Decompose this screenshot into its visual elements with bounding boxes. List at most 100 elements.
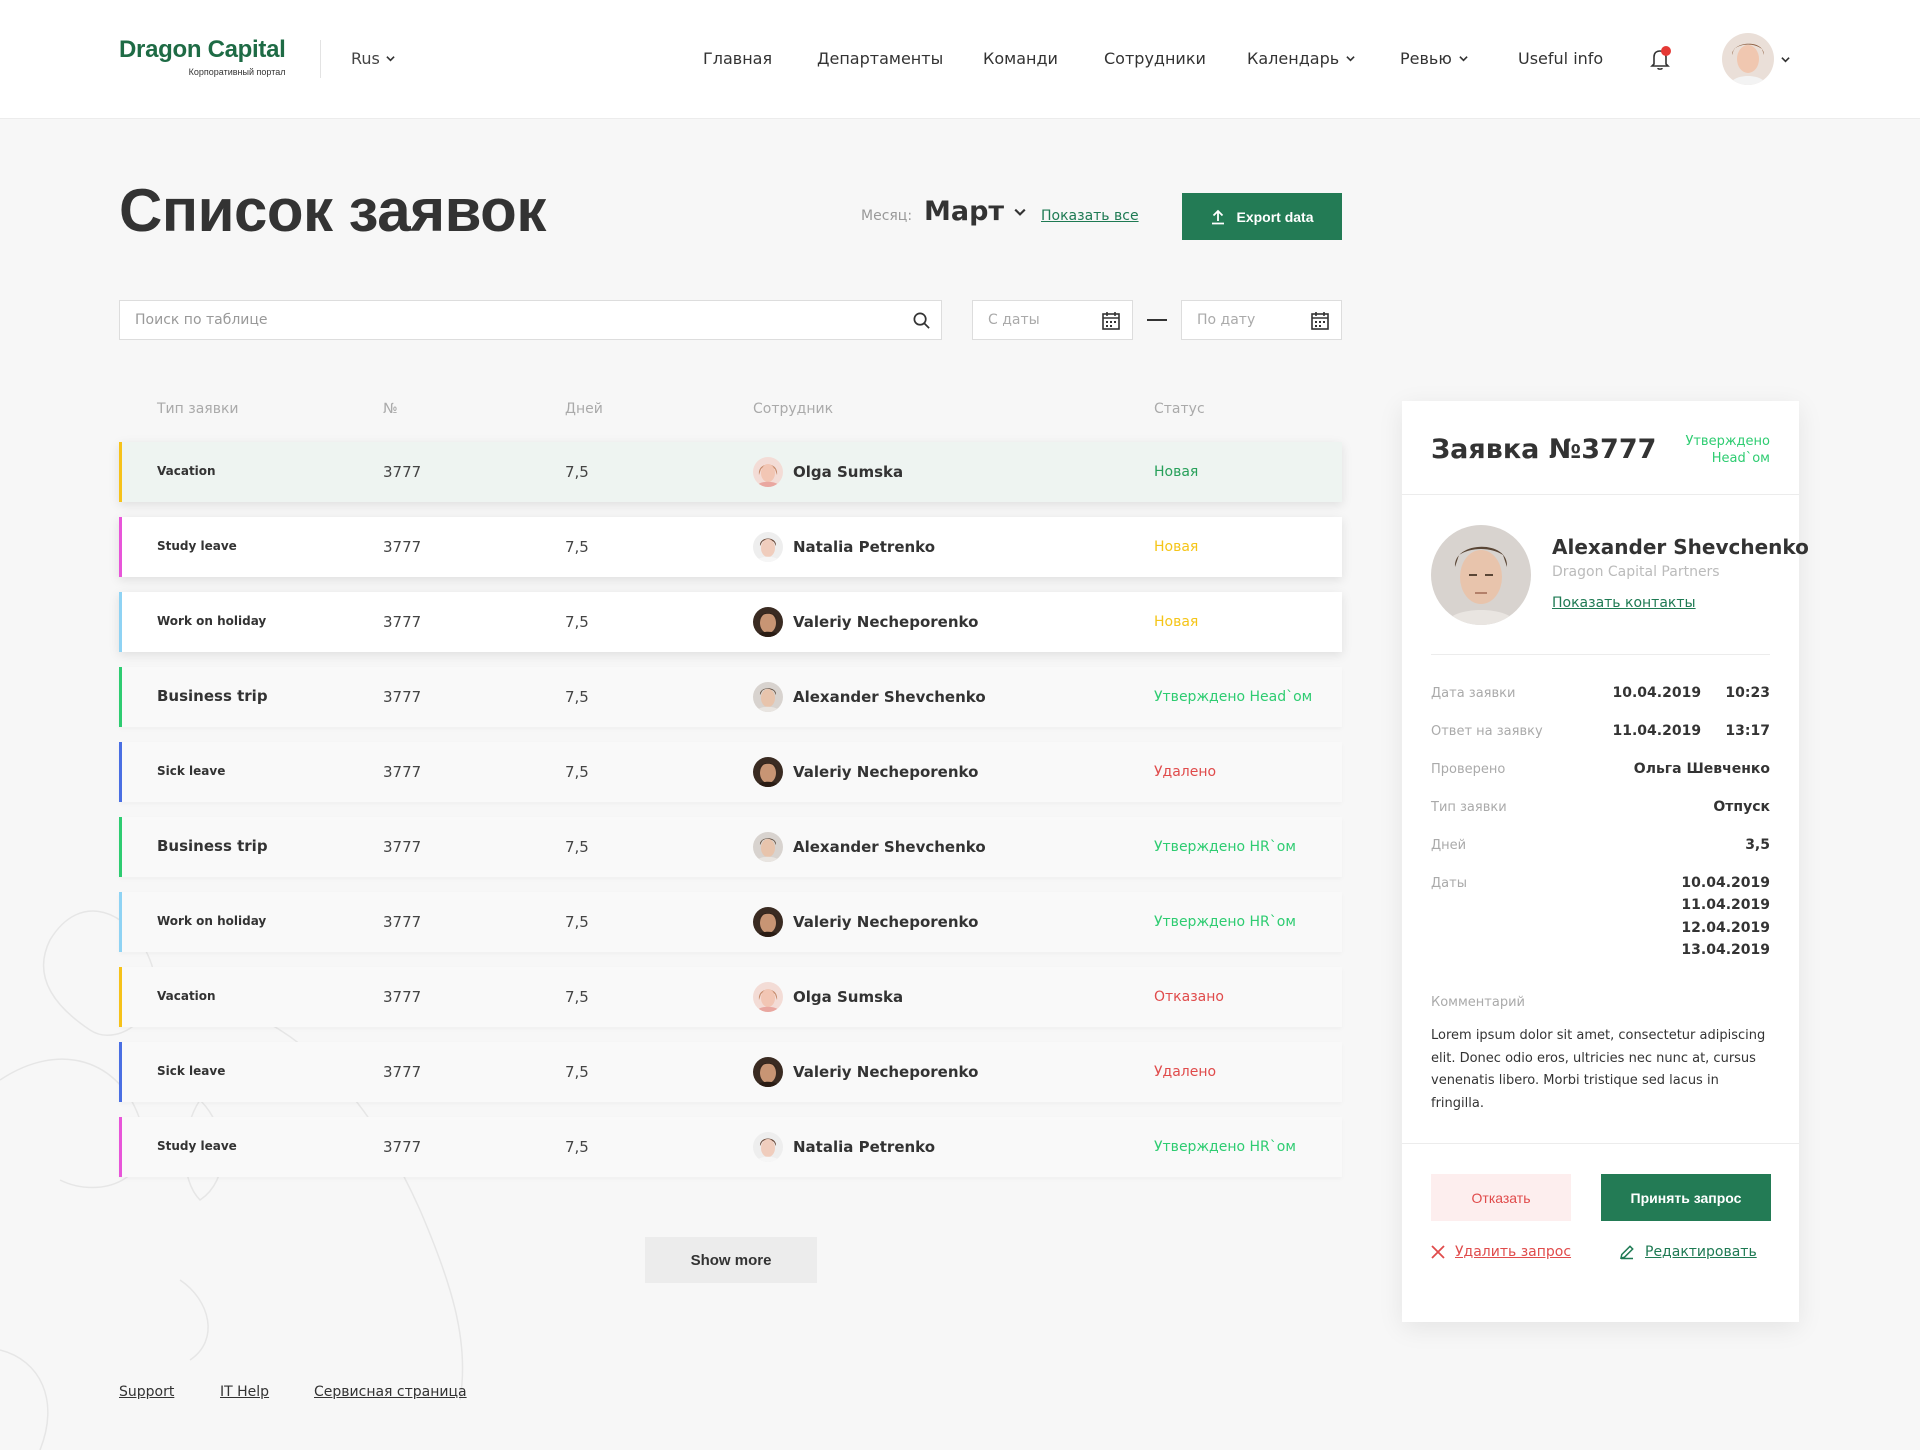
employee-avatar	[753, 757, 783, 787]
table-row[interactable]: Sick leave 3777 7,5 Valeriy Necheporenko Уда…	[119, 1042, 1342, 1102]
cell-status: Утверждено HR`ом	[1154, 914, 1296, 930]
cell-days: 7,5	[565, 838, 589, 856]
info-value-request-type: Отпуск	[1713, 799, 1770, 815]
table-row[interactable]: Vacation 3777 7,5 Olga Sumska Отказано	[119, 967, 1342, 1027]
edit-request-link[interactable]: Редактировать	[1619, 1244, 1757, 1260]
date-range-dash	[1147, 319, 1167, 321]
row-type-color-bar	[119, 1042, 122, 1102]
row-type-color-bar	[119, 442, 122, 502]
language-label: Rus	[351, 49, 380, 68]
request-details-panel: Заявка №3777 Утверждено Head`ом Alexande…	[1402, 401, 1809, 1322]
nav-item-review[interactable]: Ревью	[1400, 49, 1468, 68]
cell-number: 3777	[383, 463, 422, 481]
cell-status: Отказано	[1154, 989, 1224, 1005]
column-header-days[interactable]: Дней	[565, 401, 603, 417]
chevron-down-icon[interactable]	[1781, 55, 1790, 64]
nav-item-home[interactable]: Главная	[703, 49, 772, 68]
info-value-checked-by: Ольга Шевченко	[1633, 761, 1770, 777]
cell-request-type: Vacation	[157, 989, 216, 1003]
column-header-type[interactable]: Тип заявки	[157, 401, 239, 417]
divider	[1431, 654, 1770, 655]
table-row[interactable]: Work on holiday 3777 7,5 Valeriy Necheporen…	[119, 892, 1342, 952]
table-search	[119, 300, 942, 340]
show-contacts-link[interactable]: Показать контакты	[1552, 595, 1696, 611]
row-type-color-bar	[119, 592, 122, 652]
close-icon	[1431, 1245, 1445, 1259]
calendar-icon[interactable]	[1102, 311, 1120, 330]
notification-bell-icon[interactable]	[1648, 44, 1672, 72]
footer-link-it-help[interactable]: IT Help	[220, 1384, 269, 1400]
page-title: Список заявок	[119, 177, 546, 244]
search-icon[interactable]	[912, 311, 931, 330]
calendar-icon[interactable]	[1311, 311, 1329, 330]
cell-employee: Valeriy Necheporenko	[793, 1063, 979, 1081]
month-selector[interactable]: Март	[924, 196, 1026, 227]
user-avatar[interactable]	[1722, 33, 1774, 85]
footer-link-support[interactable]: Support	[119, 1384, 174, 1400]
cell-days: 7,5	[565, 763, 589, 781]
cell-employee: Natalia Petrenko	[793, 538, 936, 556]
comment-label: Комментарий	[1431, 995, 1525, 1010]
show-more-button[interactable]: Show more	[645, 1237, 817, 1283]
column-header-status[interactable]: Статус	[1154, 401, 1205, 417]
employee-avatar	[753, 532, 783, 562]
cell-request-type: Work on holiday	[157, 614, 267, 628]
info-value-date: 13.04.2019	[1681, 942, 1770, 958]
info-label-checked-by: Проверено	[1431, 762, 1506, 777]
cell-request-type: Vacation	[157, 464, 216, 478]
accept-request-button[interactable]: Принять запрос	[1601, 1174, 1771, 1221]
info-value-response-date: 11.04.2019 13:17	[1612, 723, 1771, 739]
row-type-color-bar	[119, 967, 122, 1027]
cell-status: Удалено	[1154, 1064, 1217, 1080]
cell-number: 3777	[383, 1063, 422, 1081]
nav-item-calendar[interactable]: Календарь	[1247, 49, 1355, 68]
row-type-color-bar	[119, 817, 122, 877]
chevron-down-icon	[386, 56, 395, 62]
reject-button[interactable]: Отказать	[1431, 1174, 1571, 1221]
cell-number: 3777	[383, 988, 422, 1006]
footer-link-service-page[interactable]: Сервисная страница	[314, 1384, 467, 1400]
info-label-response-date: Ответ на заявку	[1431, 724, 1543, 739]
table-row[interactable]: Vacation 3777 7,5 Olga Sumska Новая	[119, 442, 1342, 502]
nav-item-useful-info[interactable]: Useful info	[1518, 49, 1603, 68]
request-title: Заявка №3777	[1431, 434, 1657, 465]
request-status-badge: Утверждено Head`ом	[1685, 434, 1770, 466]
cell-employee: Natalia Petrenko	[793, 1138, 936, 1156]
search-input[interactable]	[120, 301, 941, 339]
cell-days: 7,5	[565, 688, 589, 706]
cell-days: 7,5	[565, 463, 589, 481]
cell-employee: Olga Sumska	[793, 988, 904, 1006]
employee-avatar	[753, 457, 783, 487]
nav-item-teams[interactable]: Команди	[983, 49, 1058, 68]
export-data-button[interactable]: Export data	[1182, 193, 1342, 240]
cell-status: Удалено	[1154, 764, 1217, 780]
language-selector[interactable]: Rus	[351, 49, 395, 68]
cell-number: 3777	[383, 538, 422, 556]
dragon-capital-logo[interactable]: Dragon Capital Корпоративный портал	[119, 36, 286, 77]
column-header-employee[interactable]: Сотрудник	[753, 401, 833, 417]
cell-employee: Olga Sumska	[793, 463, 904, 481]
cell-number: 3777	[383, 838, 422, 856]
delete-request-link[interactable]: Удалить запрос	[1431, 1244, 1571, 1260]
show-all-link[interactable]: Показать все	[1041, 208, 1139, 224]
row-type-color-bar	[119, 742, 122, 802]
cell-number: 3777	[383, 688, 422, 706]
cell-request-type: Business trip	[157, 837, 268, 855]
table-row[interactable]: Study leave 3777 7,5 Natalia Petrenko Утверж…	[119, 1117, 1342, 1177]
table-row[interactable]: Work on holiday 3777 7,5 Valeriy Necheporen…	[119, 592, 1342, 652]
employee-avatar	[753, 607, 783, 637]
cell-days: 7,5	[565, 913, 589, 931]
employee-avatar	[753, 682, 783, 712]
employee-avatar	[753, 1132, 783, 1162]
table-row[interactable]: Business trip 3777 7,5 Alexander Shevchenko…	[119, 817, 1342, 877]
table-row[interactable]: Sick leave 3777 7,5 Valeriy Necheporenko Уда…	[119, 742, 1342, 802]
cell-request-type: Study leave	[157, 539, 237, 553]
table-row[interactable]: Business trip 3777 7,5 Alexander Shevchenko…	[119, 667, 1342, 727]
table-row[interactable]: Study leave 3777 7,5 Natalia Petrenko Новая	[119, 517, 1342, 577]
column-header-number[interactable]: №	[383, 401, 398, 417]
nav-item-employees[interactable]: Сотрудники	[1104, 49, 1206, 68]
cell-status: Утверждено Head`ом	[1154, 689, 1313, 705]
cell-number: 3777	[383, 1138, 422, 1156]
chevron-down-icon	[1014, 208, 1026, 216]
nav-item-departments[interactable]: Департаменты	[817, 49, 943, 68]
